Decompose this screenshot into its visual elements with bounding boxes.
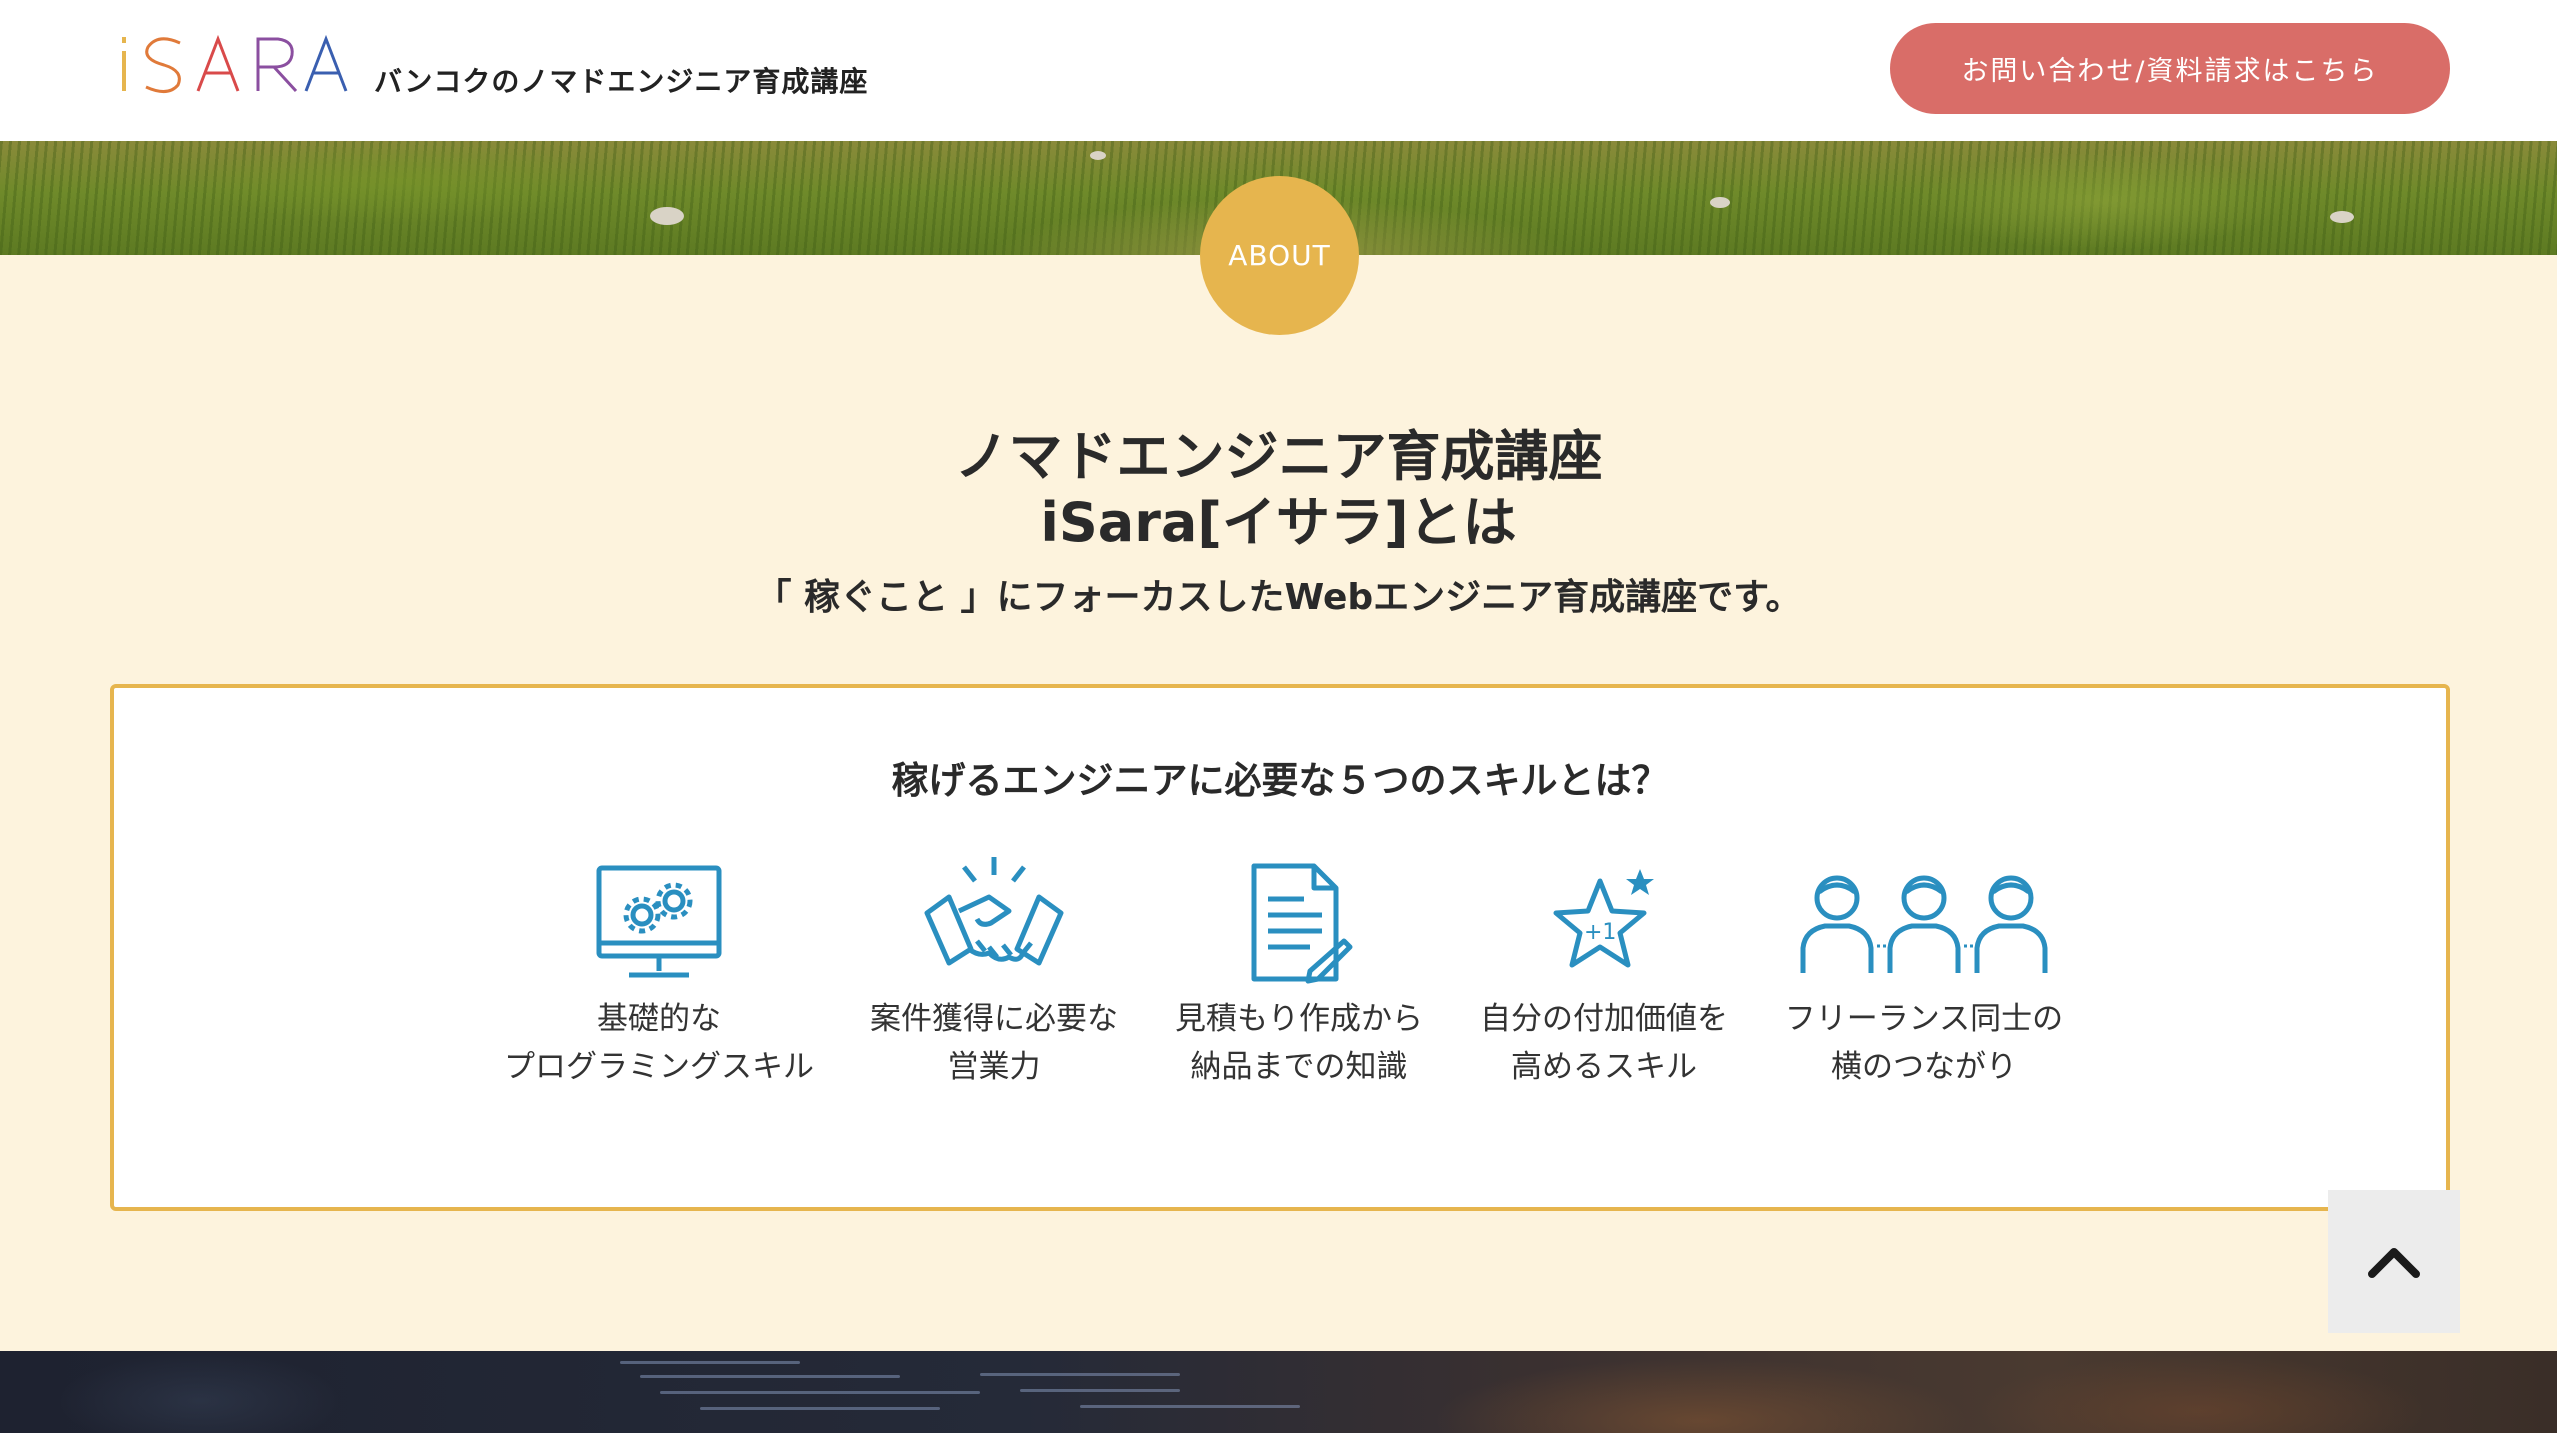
skill-item-value: +1 自分の付加価値を 高めるスキル: [1444, 853, 1764, 1091]
skill-label-line2: プログラミングスキル: [504, 1049, 814, 1085]
isara-logo[interactable]: [118, 28, 358, 100]
site-header: バンコクのノマドエンジニア育成講座 お問い合わせ/資料請求はこちら: [0, 0, 2557, 141]
people-network-icon: [1764, 853, 2084, 993]
skill-item-programming: 基礎的な プログラミングスキル: [499, 853, 819, 1091]
contact-request-button[interactable]: お問い合わせ/資料請求はこちら: [1890, 23, 2450, 114]
about-badge: ABOUT: [1200, 176, 1359, 335]
monitor-gears-icon: [499, 853, 819, 993]
skill-item-estimation: 見積もり作成から 納品までの知識: [1139, 853, 1459, 1091]
svg-text:+1: +1: [1584, 920, 1616, 945]
chevron-up-icon: [2368, 1247, 2420, 1278]
star-plus-one-icon: +1: [1444, 853, 1764, 993]
skill-label-line2: 納品までの知識: [1190, 1049, 1408, 1085]
skill-label-line1: 基礎的な: [597, 1001, 721, 1037]
skills-card: 稼げるエンジニアに必要な５つのスキルとは？ 基礎的な プログラミングスキル 案件…: [110, 684, 2450, 1211]
skill-item-network: フリーランス同士の 横のつながり: [1764, 853, 2084, 1091]
skill-label-line1: 自分の付加価値を: [1480, 1001, 1728, 1037]
skill-label-line1: フリーランス同士の: [1784, 1001, 2064, 1037]
document-pen-icon: [1139, 853, 1459, 993]
skill-label-line2: 営業力: [947, 1049, 1041, 1085]
site-tagline: バンコクのノマドエンジニア育成講座: [374, 65, 869, 98]
code-laptop-banner-image: [0, 1351, 2557, 1433]
skill-label-line2: 横のつながり: [1831, 1049, 2017, 1085]
skill-item-sales: 案件獲得に必要な 営業力: [834, 853, 1154, 1091]
back-to-top-button[interactable]: [2328, 1190, 2460, 1333]
skill-label-line2: 高めるスキル: [1511, 1049, 1697, 1085]
skill-label-line1: 案件獲得に必要な: [870, 1001, 1118, 1037]
handshake-icon: [834, 853, 1154, 993]
skills-card-title: 稼げるエンジニアに必要な５つのスキルとは？: [891, 759, 1669, 802]
about-subtitle: 「 稼ぐこと 」にフォーカスしたWebエンジニア育成講座です。: [755, 577, 1802, 618]
about-title-line2: iSara[イサラ]とは: [1040, 491, 1517, 554]
skill-label-line1: 見積もり作成から: [1175, 1001, 1423, 1037]
